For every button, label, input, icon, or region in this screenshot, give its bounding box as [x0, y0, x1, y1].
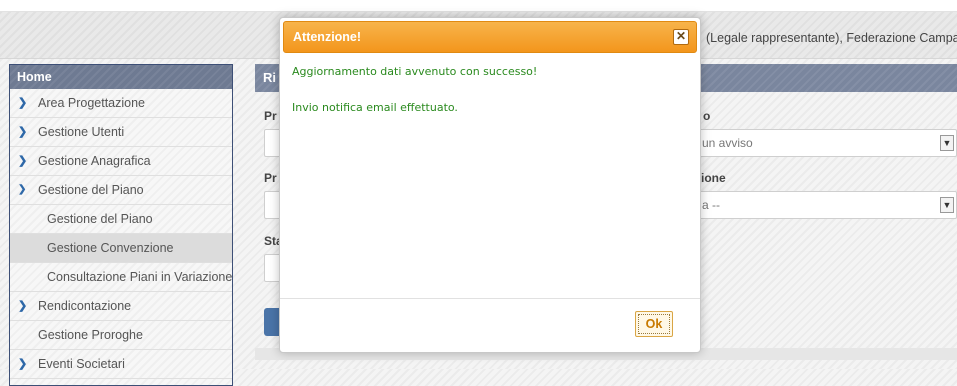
email-notification-message: Invio notifica email effettuato.	[292, 101, 458, 114]
dialog-header: Attenzione! ✕	[283, 21, 697, 53]
dialog-divider	[280, 298, 700, 299]
dialog-title: Attenzione!	[293, 30, 362, 44]
success-message: Aggiornamento dati avvenuto con successo…	[292, 65, 538, 78]
ok-button[interactable]: Ok	[635, 311, 673, 337]
alert-dialog: Attenzione! ✕ Aggiornamento dati avvenut…	[279, 17, 701, 353]
close-icon[interactable]: ✕	[673, 29, 689, 45]
